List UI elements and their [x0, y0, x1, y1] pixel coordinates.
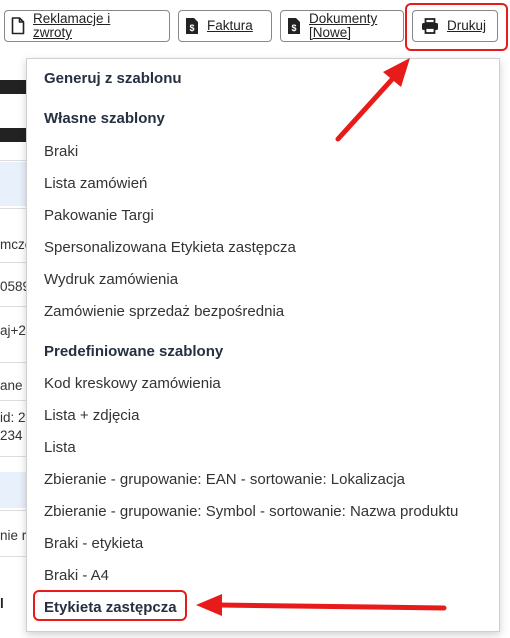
svg-text:$: $: [291, 23, 296, 33]
background-text: id: 2: [0, 410, 26, 425]
menu-item-braki-etykieta[interactable]: Braki - etykieta: [44, 535, 143, 552]
documents-button[interactable]: $ Dokumenty [Nowe]: [280, 10, 404, 42]
menu-item-zbieranie-ean[interactable]: Zbieranie - grupowanie: EAN - sortowanie…: [44, 471, 405, 488]
background-text: 0589: [0, 279, 26, 294]
menu-item-wydruk-zamowienia[interactable]: Wydruk zamówienia: [44, 271, 178, 288]
background-header-bar: [0, 80, 26, 94]
document-icon: [11, 17, 25, 35]
background-text: l: [0, 596, 4, 611]
invoice-button[interactable]: $ Faktura: [178, 10, 272, 42]
divider: [0, 456, 26, 457]
menu-item-zamowienie-sprzedaz[interactable]: Zamówienie sprzedaż bezpośrednia: [44, 303, 284, 320]
printer-icon: [422, 18, 438, 34]
background-header-bar: [0, 128, 26, 142]
print-label: Drukuj: [447, 18, 487, 33]
returns-label: Reklamacje i zwroty: [33, 11, 111, 40]
background-text: 234: [0, 428, 23, 443]
background-text: ane: [0, 378, 23, 393]
divider: [0, 160, 26, 161]
background-text: nie re: [0, 528, 26, 543]
divider: [0, 208, 26, 209]
divider: [0, 362, 26, 363]
print-button[interactable]: Drukuj: [412, 10, 498, 42]
menu-item-kod-kreskowy[interactable]: Kod kreskowy zamówienia: [44, 375, 221, 392]
own-templates-heading: Własne szablony: [44, 110, 165, 127]
documents-icon: $: [288, 18, 300, 34]
menu-item-spersonalizowana-etykieta[interactable]: Spersonalizowana Etykieta zastępcza: [44, 239, 296, 256]
background-section-band: [0, 162, 26, 206]
menu-item-lista[interactable]: Lista: [44, 439, 76, 456]
background-text: mcze: [0, 237, 26, 252]
menu-item-braki[interactable]: Braki: [44, 143, 78, 160]
documents-label: Dokumenty [Nowe]: [309, 11, 378, 40]
divider: [0, 510, 26, 511]
svg-text:$: $: [189, 23, 194, 33]
menu-item-lista-zdjecia[interactable]: Lista + zdjęcia: [44, 407, 139, 424]
background-text: aj+28: [0, 323, 26, 338]
menu-item-etykieta-zastepcza[interactable]: Etykieta zastępcza: [44, 599, 177, 616]
returns-button[interactable]: Reklamacje i zwroty: [4, 10, 170, 42]
menu-item-zbieranie-symbol[interactable]: Zbieranie - grupowanie: Symbol - sortowa…: [44, 503, 458, 520]
print-template-menu: Generuj z szablonu Własne szablony Braki…: [26, 58, 500, 632]
generate-heading: Generuj z szablonu: [44, 70, 182, 87]
menu-item-braki-a4[interactable]: Braki - A4: [44, 567, 109, 584]
invoice-label: Faktura: [207, 18, 253, 33]
menu-item-lista-zamowien[interactable]: Lista zamówień: [44, 175, 147, 192]
menu-item-pakowanie-targi[interactable]: Pakowanie Targi: [44, 207, 154, 224]
divider: [0, 262, 26, 263]
divider: [0, 400, 26, 401]
predefined-templates-heading: Predefiniowane szablony: [44, 343, 224, 360]
divider: [0, 556, 26, 557]
divider: [0, 306, 26, 307]
background-section-band: [0, 472, 26, 508]
invoice-icon: $: [186, 18, 198, 34]
